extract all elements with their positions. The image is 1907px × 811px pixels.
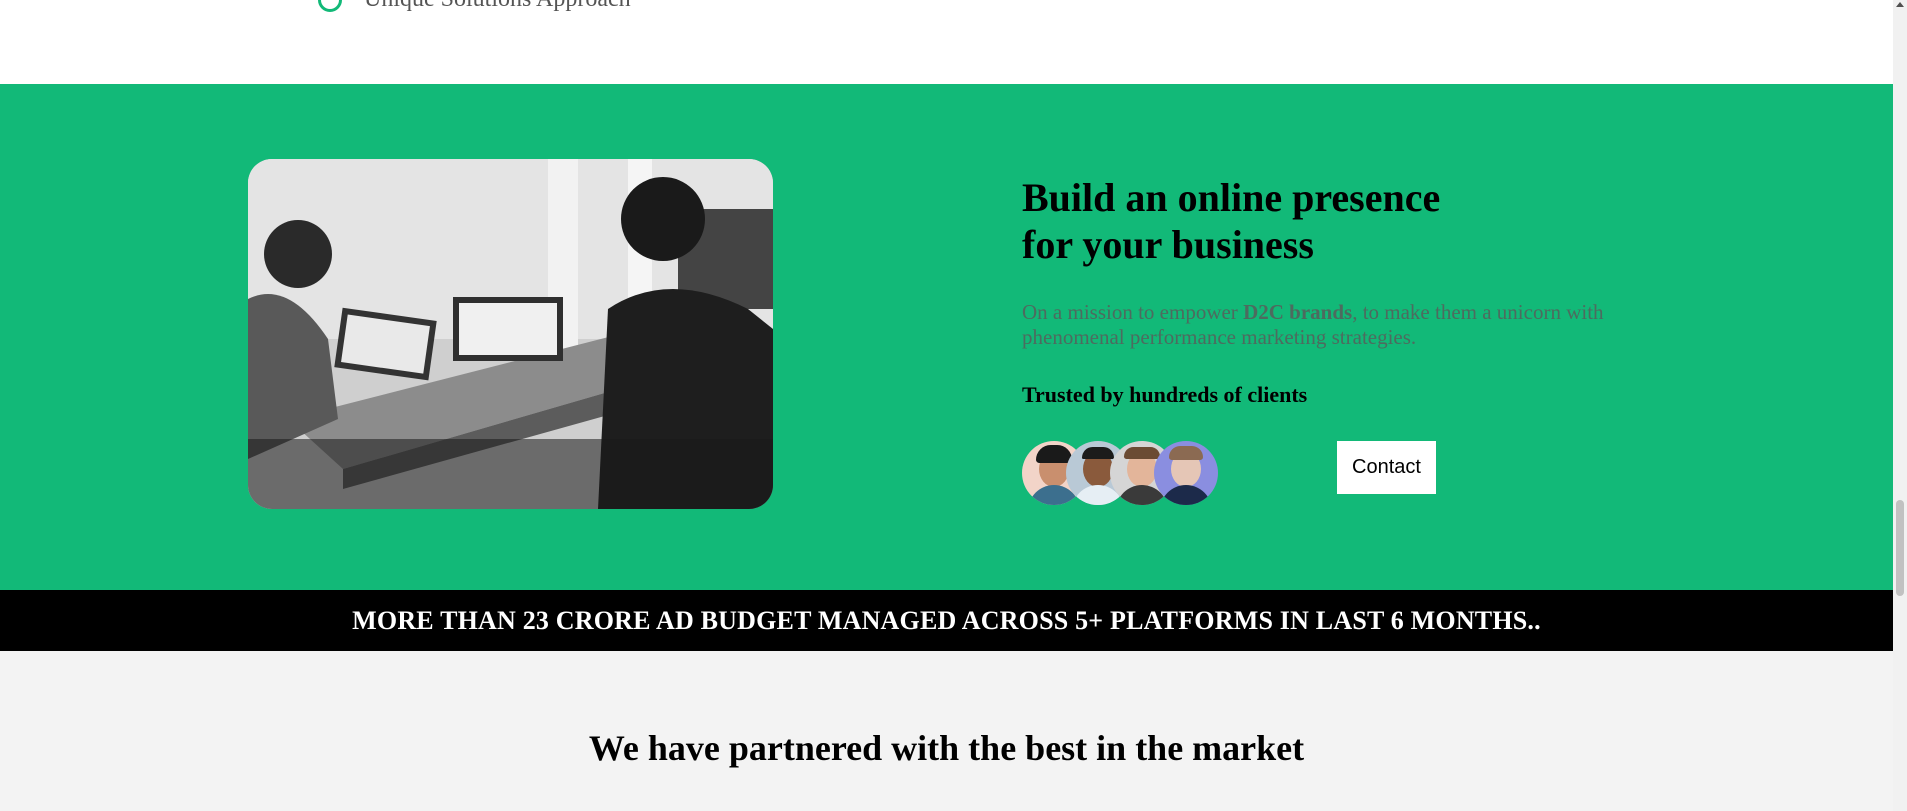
team-photo xyxy=(248,159,773,509)
hero-desc-highlight: D2C brands xyxy=(1243,300,1353,324)
scrollbar-thumb[interactable] xyxy=(1896,500,1904,596)
check-circle-icon xyxy=(318,0,342,12)
hero-content: Build an online presence for your busine… xyxy=(1022,174,1682,505)
hero-title-line1: Build an online presence xyxy=(1022,175,1441,220)
vertical-scrollbar[interactable] xyxy=(1893,0,1907,811)
scroll-up-arrow-icon[interactable] xyxy=(1896,2,1904,7)
feature-list-item: Unique Solutions Approach xyxy=(318,0,631,13)
page: Unique Solutions Approach xyxy=(0,0,1893,811)
hero-title-line2: for your business xyxy=(1022,222,1314,267)
hero-section: Build an online presence for your busine… xyxy=(0,84,1893,590)
partners-title: We have partnered with the best in the m… xyxy=(588,728,1305,768)
contact-button[interactable]: Contact xyxy=(1337,441,1436,494)
stats-banner-text: MORE THAN 23 CRORE AD BUDGET MANAGED ACR… xyxy=(352,605,1541,635)
avatar xyxy=(1154,441,1218,505)
client-avatars xyxy=(1022,441,1218,505)
feature-label: Unique Solutions Approach xyxy=(364,0,631,13)
hero-description: On a mission to empower D2C brands, to m… xyxy=(1022,300,1682,350)
partners-section: We have partnered with the best in the m… xyxy=(0,651,1893,811)
photo-illustration xyxy=(248,159,773,509)
hero-desc-prefix: On a mission to empower xyxy=(1022,300,1244,324)
trusted-label: Trusted by hundreds of clients xyxy=(1022,382,1308,407)
hero-title: Build an online presence for your busine… xyxy=(1022,174,1682,268)
features-section: Unique Solutions Approach xyxy=(0,0,1893,84)
stats-banner: MORE THAN 23 CRORE AD BUDGET MANAGED ACR… xyxy=(0,590,1893,651)
